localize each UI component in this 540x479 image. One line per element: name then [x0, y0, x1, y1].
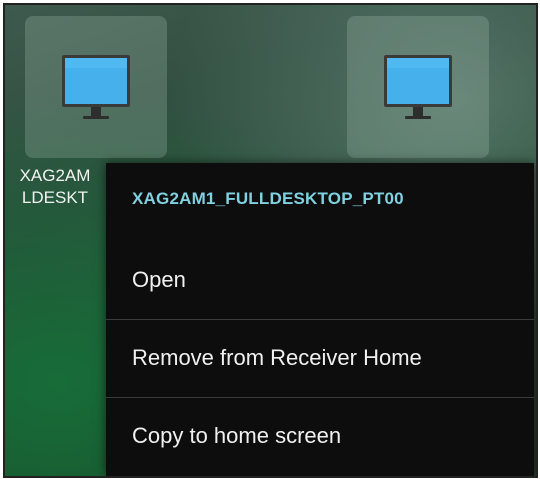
- monitor-icon: [384, 55, 452, 119]
- menu-item-remove-from-receiver-home[interactable]: Remove from Receiver Home: [106, 321, 534, 395]
- menu-item-copy-to-home-screen[interactable]: Copy to home screen: [106, 399, 534, 473]
- desktop-tile-2[interactable]: [347, 16, 489, 158]
- monitor-icon: [62, 55, 130, 119]
- menu-item-label: Remove from Receiver Home: [132, 345, 422, 370]
- desktop-tile-1-label: XAG2AM LDESKT: [19, 166, 91, 207]
- context-menu: XAG2AM1_FULLDESKTOP_PT00 Open Remove fro…: [106, 163, 534, 476]
- menu-item-label: Copy to home screen: [132, 423, 342, 448]
- menu-divider: [106, 319, 534, 320]
- home-screen: XAG2AM LDESKT XAG2AM1_FULLDESKTOP_PT00 O…: [3, 3, 538, 478]
- menu-divider: [106, 397, 534, 398]
- menu-item-label: Open: [132, 267, 186, 292]
- menu-item-open[interactable]: Open: [106, 243, 534, 317]
- context-menu-title: XAG2AM1_FULLDESKTOP_PT00: [132, 189, 404, 208]
- desktop-tile-1[interactable]: [25, 16, 167, 158]
